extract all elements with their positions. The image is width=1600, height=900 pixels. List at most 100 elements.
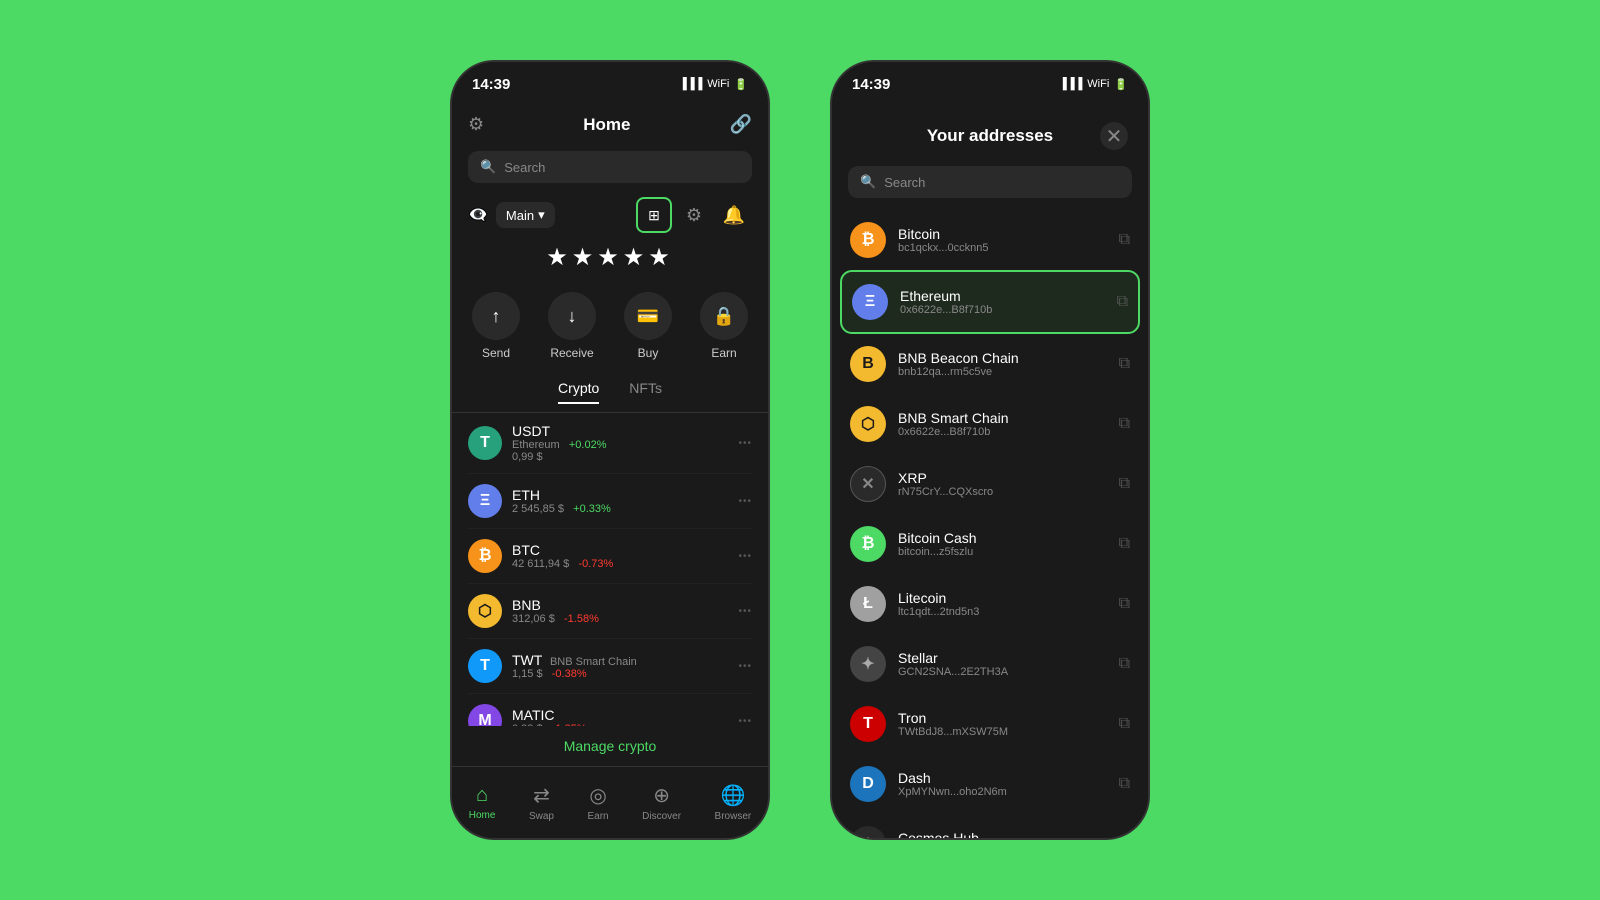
tron-name: Tron [898,710,1107,726]
discover-icon: ⊕ [653,783,670,808]
matic-info: MATIC 0,83 $ -1.85% [512,707,728,726]
copy-icon-bnb-smart[interactable]: ⧉ [1119,415,1130,433]
nav-browser[interactable]: 🌐 Browser [715,783,752,822]
address-search-bar[interactable]: 🔍 Search [848,166,1132,198]
btc-info: BTC 42 611,94 $ -0.73% [512,542,728,570]
list-item[interactable]: ⬡ BNB 312,06 $ -1.58% ••• [468,584,752,639]
send-icon: ↑ [472,292,520,340]
xrp-address: rN75CrY...CQXscro [898,486,1107,498]
bnb-smart-info: BNB Smart Chain 0x6622e...B8f710b [898,410,1107,438]
wallet-icon-settings[interactable]: ⚙ [676,197,712,233]
bottom-nav: ⌂ Home ⇄ Swap ◎ Earn ⊕ Discover 🌐 Browse… [452,766,768,838]
right-phone: 14:39 ▐▐▐ WiFi 🔋 Your addresses ✕ 🔍 Sear… [830,60,1150,840]
app-header: ⚙ Home 🔗 [452,106,768,143]
copy-icon-xrp[interactable]: ⧉ [1119,475,1130,493]
address-item-cosmos[interactable]: ⚛ Cosmos Hub cosmos1...zfglqc5 ⧉ [840,814,1140,838]
battery-icon-right: 🔋 [1114,78,1128,91]
earn-button[interactable]: 🔒 Earn [700,292,748,360]
address-item-bitcoin[interactable]: ₿ Bitcoin bc1qckx...0ccknn5 ⧉ [840,210,1140,270]
bitcoin-name: Bitcoin [898,226,1107,242]
copy-icon-bnb-beacon[interactable]: ⧉ [1119,355,1130,373]
list-item[interactable]: M MATIC 0,83 $ -1.85% ••• [468,694,752,726]
link-icon[interactable]: 🔗 [730,114,752,135]
copy-icon-dash[interactable]: ⧉ [1119,775,1130,793]
tron-info: Tron TWtBdJ8...mXSW75M [898,710,1107,738]
signal-icon: ▐▐▐ [679,78,702,90]
nav-browser-label: Browser [715,811,752,822]
nav-home[interactable]: ⌂ Home [469,784,496,821]
matic-logo: M [468,704,502,726]
list-item[interactable]: Ξ ETH 2 545,85 $ +0.33% ••• [468,474,752,529]
dash-name: Dash [898,770,1107,786]
address-item-dash[interactable]: D Dash XpMYNwn...oho2N6m ⧉ [840,754,1140,814]
copy-icon-stellar[interactable]: ⧉ [1119,655,1130,673]
wallet-icon-bell[interactable]: 🔔 [716,197,752,233]
bnb-beacon-name: BNB Beacon Chain [898,350,1107,366]
modal-header: Your addresses ✕ [832,106,1148,162]
address-item-bnb-beacon[interactable]: B BNB Beacon Chain bnb12qa...rm5c5ve ⧉ [840,334,1140,394]
cosmos-name: Cosmos Hub [898,830,1107,838]
nav-earn[interactable]: ◎ Earn [587,783,608,822]
ethereum-info: Ethereum 0x6622e...B8f710b [900,288,1105,316]
list-item[interactable]: T USDT Ethereum +0.02% 0,99 $ ••• [468,413,752,474]
buy-icon: 💳 [624,292,672,340]
modal-title: Your addresses [927,126,1053,146]
address-item-bnb-smart[interactable]: ⬡ BNB Smart Chain 0x6622e...B8f710b ⧉ [840,394,1140,454]
tab-nfts[interactable]: NFTs [629,380,662,404]
stellar-info: Stellar GCN2SNA...2E2TH3A [898,650,1107,678]
usdt-more[interactable]: ••• [738,438,752,449]
usdt-logo: T [468,426,502,460]
list-item[interactable]: T TWT BNB Smart Chain 1,15 $ -0.38% ••• [468,639,752,694]
wallet-main-tab[interactable]: Main ▾ [496,202,555,228]
address-item-tron[interactable]: T Tron TWtBdJ8...mXSW75M ⧉ [840,694,1140,754]
copy-icon-bch[interactable]: ⧉ [1119,535,1130,553]
address-item-xrp[interactable]: ✕ XRP rN75CrY...CQXscro ⧉ [840,454,1140,514]
settings-icon[interactable]: ⚙ [468,114,484,135]
nav-swap[interactable]: ⇄ Swap [529,783,554,822]
home-icon: ⌂ [476,784,488,807]
earn-icon: 🔒 [700,292,748,340]
copy-icon-tron[interactable]: ⧉ [1119,715,1130,733]
ethereum-address: 0x6622e...B8f710b [900,304,1105,316]
search-placeholder: Search [504,160,545,175]
list-item[interactable]: ₿ BTC 42 611,94 $ -0.73% ••• [468,529,752,584]
eth-logo: Ξ [468,484,502,518]
send-button[interactable]: ↑ Send [472,292,520,360]
twt-name: TWT BNB Smart Chain [512,652,728,668]
buy-label: Buy [638,346,659,360]
address-item-ethereum[interactable]: Ξ Ethereum 0x6622e...B8f710b ⧉ [840,270,1140,334]
btc-more[interactable]: ••• [738,551,752,562]
receive-button[interactable]: ↓ Receive [548,292,596,360]
copy-icon-cosmos[interactable]: ⧉ [1119,835,1130,838]
matic-more[interactable]: ••• [738,716,752,727]
copy-icon[interactable]: ⧉ [1119,231,1130,249]
stellar-logo: ✦ [850,646,886,682]
search-bar[interactable]: 🔍 Search [468,151,752,183]
buy-button[interactable]: 💳 Buy [624,292,672,360]
time-left: 14:39 [472,76,510,93]
nav-earn-label: Earn [587,811,608,822]
twt-more[interactable]: ••• [738,661,752,672]
wallet-icon-selected[interactable]: ⊞ [636,197,672,233]
manage-crypto-button[interactable]: Manage crypto [452,726,768,766]
bnb-more[interactable]: ••• [738,606,752,617]
address-item-bch[interactable]: ₿ Bitcoin Cash bitcoin...z5fszlu ⧉ [840,514,1140,574]
earn-nav-icon: ◎ [589,783,606,808]
hide-balance-icon[interactable]: 👁️‍🗨️ [468,205,488,225]
address-item-ltc[interactable]: Ł Litecoin ltc1qdt...2tnd5n3 ⧉ [840,574,1140,634]
bnb-name: BNB [512,597,728,613]
browser-icon: 🌐 [720,783,745,808]
address-item-stellar[interactable]: ✦ Stellar GCN2SNA...2E2TH3A ⧉ [840,634,1140,694]
copy-icon-ltc[interactable]: ⧉ [1119,595,1130,613]
tab-crypto[interactable]: Crypto [558,380,599,404]
nav-discover[interactable]: ⊕ Discover [642,783,681,822]
copy-icon-eth[interactable]: ⧉ [1117,293,1128,311]
close-button[interactable]: ✕ [1100,122,1128,150]
crypto-list: T USDT Ethereum +0.02% 0,99 $ ••• Ξ ETH [452,413,768,726]
eth-more[interactable]: ••• [738,496,752,507]
page-title: Home [583,115,630,135]
usdt-name: USDT [512,423,728,439]
dash-address: XpMYNwn...oho2N6m [898,786,1107,798]
wallet-name: Main [506,208,534,223]
cosmos-info: Cosmos Hub cosmos1...zfglqc5 [898,830,1107,838]
